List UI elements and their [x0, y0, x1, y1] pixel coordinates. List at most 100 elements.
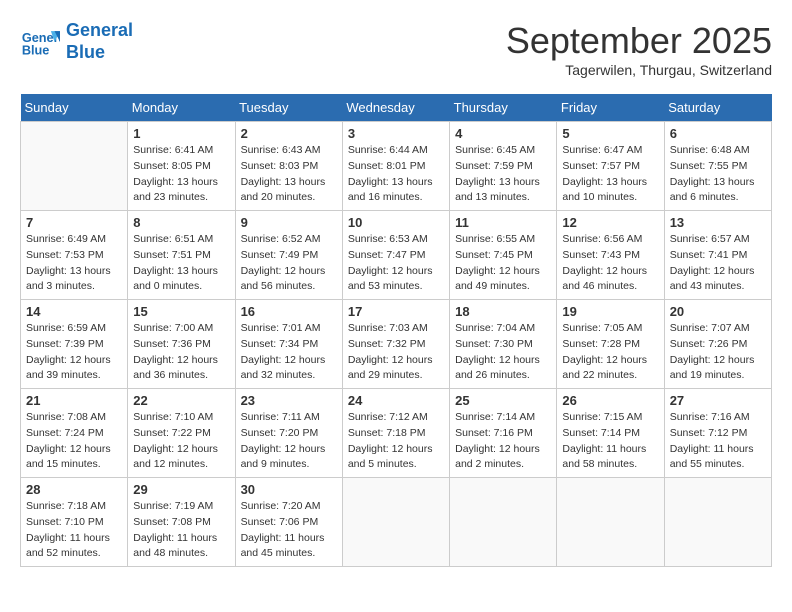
calendar-cell: 24Sunrise: 7:12 AMSunset: 7:18 PMDayligh… [342, 389, 449, 478]
day-info: Sunrise: 7:11 AMSunset: 7:20 PMDaylight:… [241, 410, 337, 473]
calendar-cell [21, 122, 128, 211]
calendar-subtitle: Tagerwilen, Thurgau, Switzerland [506, 62, 772, 78]
day-number: 24 [348, 393, 444, 408]
day-number: 29 [133, 482, 229, 497]
day-info: Sunrise: 7:05 AMSunset: 7:28 PMDaylight:… [562, 321, 658, 384]
weekday-header-row: Sunday Monday Tuesday Wednesday Thursday… [21, 94, 772, 122]
calendar-cell: 28Sunrise: 7:18 AMSunset: 7:10 PMDayligh… [21, 478, 128, 567]
weekday-thursday: Thursday [450, 94, 557, 122]
day-info: Sunrise: 6:48 AMSunset: 7:55 PMDaylight:… [670, 143, 766, 206]
calendar-cell: 30 Sunrise: 7:20 AMSunset: 7:06 PMDayligh… [235, 478, 342, 567]
day-info: Sunrise: 6:52 AMSunset: 7:49 PMDaylight:… [241, 232, 337, 295]
day-info: Sunrise: 6:45 AMSunset: 7:59 PMDaylight:… [455, 143, 551, 206]
calendar-body: 1 Sunrise: 6:41 AMSunset: 8:05 PMDaylight… [21, 122, 772, 567]
day-info: Sunrise: 6:55 AMSunset: 7:45 PMDaylight:… [455, 232, 551, 295]
logo-icon: General Blue [20, 22, 60, 62]
day-number: 28 [26, 482, 122, 497]
day-number: 22 [133, 393, 229, 408]
calendar-cell: 29 Sunrise: 7:19 AMSunset: 7:08 PMDayligh… [128, 478, 235, 567]
day-info: Sunrise: 7:19 AMSunset: 7:08 PMDaylight:… [133, 499, 229, 562]
calendar-cell [342, 478, 449, 567]
calendar-cell: 8 Sunrise: 6:51 AMSunset: 7:51 PMDaylight… [128, 211, 235, 300]
calendar-week-row: 7 Sunrise: 6:49 AMSunset: 7:53 PMDaylight… [21, 211, 772, 300]
calendar-week-row: 28Sunrise: 7:18 AMSunset: 7:10 PMDayligh… [21, 478, 772, 567]
calendar-cell: 7 Sunrise: 6:49 AMSunset: 7:53 PMDaylight… [21, 211, 128, 300]
calendar-cell: 10Sunrise: 6:53 AMSunset: 7:47 PMDayligh… [342, 211, 449, 300]
calendar-cell: 11 Sunrise: 6:55 AMSunset: 7:45 PMDayligh… [450, 211, 557, 300]
day-number: 12 [562, 215, 658, 230]
day-number: 30 [241, 482, 337, 497]
day-info: Sunrise: 7:20 AMSunset: 7:06 PMDaylight:… [241, 499, 337, 562]
calendar-cell: 23Sunrise: 7:11 AMSunset: 7:20 PMDayligh… [235, 389, 342, 478]
day-number: 27 [670, 393, 766, 408]
calendar-cell: 14Sunrise: 6:59 AMSunset: 7:39 PMDayligh… [21, 300, 128, 389]
calendar-cell: 6Sunrise: 6:48 AMSunset: 7:55 PMDaylight… [664, 122, 771, 211]
calendar-title: September 2025 [506, 20, 772, 62]
calendar-week-row: 1 Sunrise: 6:41 AMSunset: 8:05 PMDaylight… [21, 122, 772, 211]
calendar-cell: 9 Sunrise: 6:52 AMSunset: 7:49 PMDaylight… [235, 211, 342, 300]
day-info: Sunrise: 6:43 AMSunset: 8:03 PMDaylight:… [241, 143, 337, 206]
calendar-cell: 2 Sunrise: 6:43 AMSunset: 8:03 PMDaylight… [235, 122, 342, 211]
day-info: Sunrise: 7:08 AMSunset: 7:24 PMDaylight:… [26, 410, 122, 473]
day-number: 15 [133, 304, 229, 319]
calendar-cell: 5 Sunrise: 6:47 AMSunset: 7:57 PMDaylight… [557, 122, 664, 211]
day-number: 4 [455, 126, 551, 141]
day-number: 13 [670, 215, 766, 230]
day-number: 2 [241, 126, 337, 141]
logo-line1: General [66, 20, 133, 40]
day-number: 8 [133, 215, 229, 230]
day-info: Sunrise: 6:41 AMSunset: 8:05 PMDaylight:… [133, 143, 229, 206]
day-info: Sunrise: 7:16 AMSunset: 7:12 PMDaylight:… [670, 410, 766, 473]
weekday-friday: Friday [557, 94, 664, 122]
weekday-monday: Monday [128, 94, 235, 122]
calendar-cell: 18 Sunrise: 7:04 AMSunset: 7:30 PMDayligh… [450, 300, 557, 389]
calendar-cell: 27 Sunrise: 7:16 AMSunset: 7:12 PMDayligh… [664, 389, 771, 478]
logo-line2: Blue [66, 42, 105, 62]
day-number: 18 [455, 304, 551, 319]
day-number: 11 [455, 215, 551, 230]
weekday-wednesday: Wednesday [342, 94, 449, 122]
calendar-cell [557, 478, 664, 567]
day-info: Sunrise: 7:15 AMSunset: 7:14 PMDaylight:… [562, 410, 658, 473]
calendar-cell: 20 Sunrise: 7:07 AMSunset: 7:26 PMDayligh… [664, 300, 771, 389]
day-info: Sunrise: 6:44 AMSunset: 8:01 PMDaylight:… [348, 143, 444, 206]
calendar-cell [450, 478, 557, 567]
calendar-header: Sunday Monday Tuesday Wednesday Thursday… [21, 94, 772, 122]
day-info: Sunrise: 6:57 AMSunset: 7:41 PMDaylight:… [670, 232, 766, 295]
day-number: 1 [133, 126, 229, 141]
day-info: Sunrise: 7:03 AMSunset: 7:32 PMDaylight:… [348, 321, 444, 384]
day-number: 3 [348, 126, 444, 141]
day-info: Sunrise: 7:10 AMSunset: 7:22 PMDaylight:… [133, 410, 229, 473]
day-info: Sunrise: 7:04 AMSunset: 7:30 PMDaylight:… [455, 321, 551, 384]
day-number: 9 [241, 215, 337, 230]
day-number: 20 [670, 304, 766, 319]
day-number: 26 [562, 393, 658, 408]
day-info: Sunrise: 6:47 AMSunset: 7:57 PMDaylight:… [562, 143, 658, 206]
day-info: Sunrise: 7:07 AMSunset: 7:26 PMDaylight:… [670, 321, 766, 384]
weekday-sunday: Sunday [21, 94, 128, 122]
day-info: Sunrise: 7:01 AMSunset: 7:34 PMDaylight:… [241, 321, 337, 384]
day-number: 10 [348, 215, 444, 230]
day-number: 19 [562, 304, 658, 319]
day-number: 25 [455, 393, 551, 408]
calendar-cell: 1 Sunrise: 6:41 AMSunset: 8:05 PMDaylight… [128, 122, 235, 211]
logo: General Blue General Blue [20, 20, 133, 63]
day-info: Sunrise: 6:49 AMSunset: 7:53 PMDaylight:… [26, 232, 122, 295]
calendar-cell: 25 Sunrise: 7:14 AMSunset: 7:16 PMDayligh… [450, 389, 557, 478]
calendar-cell: 3 Sunrise: 6:44 AMSunset: 8:01 PMDaylight… [342, 122, 449, 211]
day-number: 5 [562, 126, 658, 141]
calendar-cell [664, 478, 771, 567]
day-number: 7 [26, 215, 122, 230]
day-info: Sunrise: 6:51 AMSunset: 7:51 PMDaylight:… [133, 232, 229, 295]
calendar-cell: 13 Sunrise: 6:57 AMSunset: 7:41 PMDayligh… [664, 211, 771, 300]
calendar-week-row: 14Sunrise: 6:59 AMSunset: 7:39 PMDayligh… [21, 300, 772, 389]
day-info: Sunrise: 7:00 AMSunset: 7:36 PMDaylight:… [133, 321, 229, 384]
day-number: 17 [348, 304, 444, 319]
calendar-table: Sunday Monday Tuesday Wednesday Thursday… [20, 94, 772, 567]
weekday-saturday: Saturday [664, 94, 771, 122]
weekday-tuesday: Tuesday [235, 94, 342, 122]
day-info: Sunrise: 7:14 AMSunset: 7:16 PMDaylight:… [455, 410, 551, 473]
day-number: 14 [26, 304, 122, 319]
calendar-cell: 12Sunrise: 6:56 AMSunset: 7:43 PMDayligh… [557, 211, 664, 300]
calendar-cell: 17 Sunrise: 7:03 AMSunset: 7:32 PMDayligh… [342, 300, 449, 389]
